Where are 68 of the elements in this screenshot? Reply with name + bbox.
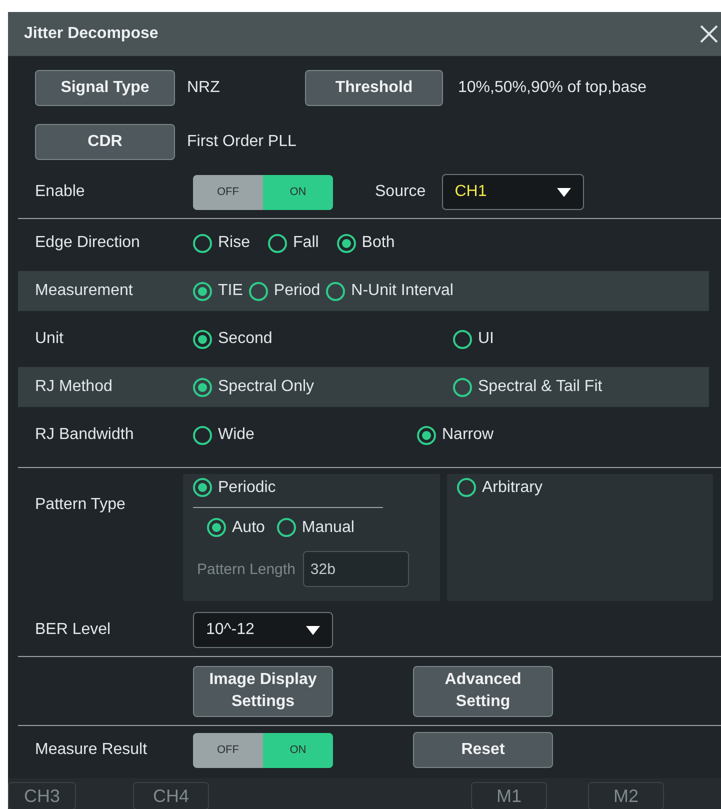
source-dropdown[interactable]: CH1	[442, 174, 584, 210]
option-label[interactable]: Auto	[232, 518, 265, 536]
toggle-switch[interactable]: OFF ON	[193, 732, 333, 768]
settings-button[interactable]: Threshold	[305, 70, 443, 106]
toggle-option: OFF	[193, 174, 263, 210]
close-icon[interactable]	[699, 24, 719, 44]
row-label: RJ Bandwidth	[34, 426, 135, 444]
row-label: Enable	[34, 183, 86, 201]
settings-button[interactable]: Image Display Settings	[193, 666, 333, 716]
toggle-switch[interactable]: OFF ON	[193, 174, 333, 210]
radio-button[interactable]	[453, 378, 472, 396]
row-label: RJ Method	[34, 378, 114, 396]
dialog-title: Jitter Decompose	[24, 25, 158, 43]
caret-icon	[306, 626, 320, 634]
option-label[interactable]: Rise	[218, 234, 250, 252]
option-label[interactable]: N-Unit Interval	[351, 282, 454, 300]
radio-button[interactable]	[268, 234, 288, 252]
radio-button[interactable]	[276, 518, 296, 537]
option-label[interactable]: Spectral & Tail Fit	[478, 378, 602, 396]
ber-dropdown[interactable]: 10^-12	[193, 612, 333, 648]
cdr-button[interactable]: CDR	[35, 124, 175, 160]
settings-button[interactable]: Advanced Setting	[413, 666, 553, 716]
row-label: Edge Direction	[34, 234, 141, 252]
option-label[interactable]: Periodic	[218, 478, 276, 496]
option-label[interactable]: Fall	[293, 234, 319, 252]
radio-button[interactable]	[193, 282, 212, 300]
option-label[interactable]: Wide	[218, 426, 254, 444]
option-label[interactable]: Arbitrary	[482, 478, 542, 496]
setting-value: 10%,50%,90% of top,base	[458, 79, 647, 97]
toggle-option: OFF	[193, 732, 263, 768]
option-label[interactable]: Spectral Only	[218, 378, 314, 396]
option-label[interactable]: TIE	[218, 282, 243, 300]
row-label: Measure Result	[34, 741, 148, 759]
channel-tab[interactable]: CH4	[133, 782, 209, 809]
caret-icon	[556, 188, 571, 196]
radio-button[interactable]	[193, 234, 212, 252]
radio-button[interactable]	[248, 282, 268, 300]
radio-button[interactable]	[326, 282, 346, 300]
channel-tab[interactable]: CH3	[8, 782, 76, 809]
toggle-option: ON	[263, 174, 333, 210]
radio-button[interactable]	[193, 426, 212, 444]
field-label: Pattern Length	[197, 560, 296, 578]
radio-button[interactable]	[193, 478, 212, 497]
radio-button[interactable]	[417, 426, 436, 444]
option-label[interactable]: Manual	[302, 518, 354, 536]
row-label: Unit	[34, 330, 64, 348]
channel-tab[interactable]: M2	[588, 782, 664, 809]
option-label[interactable]: UI	[478, 330, 494, 348]
toggle-option: ON	[263, 732, 333, 768]
row-label: Source	[375, 183, 426, 201]
radio-button[interactable]	[457, 478, 476, 497]
option-label[interactable]: Narrow	[442, 426, 494, 444]
radio-button[interactable]	[193, 378, 212, 396]
setting-value: NRZ	[187, 79, 221, 97]
radio-button[interactable]	[453, 330, 472, 348]
row-label: Pattern Type	[34, 495, 126, 515]
reset-button[interactable]: Reset	[413, 732, 553, 768]
channel-tab[interactable]: M1	[471, 782, 547, 809]
setting-value: First Order PLL	[187, 133, 298, 151]
option-label[interactable]: Period	[274, 282, 320, 300]
radio-button[interactable]	[207, 518, 226, 537]
settings-button[interactable]: Signal Type	[35, 70, 175, 106]
row-label: Measurement	[34, 282, 134, 300]
row-label: BER Level	[34, 621, 112, 639]
option-label[interactable]: Second	[218, 330, 272, 348]
radio-button[interactable]	[193, 330, 212, 348]
option-label[interactable]: Both	[362, 234, 395, 252]
radio-button[interactable]	[336, 234, 356, 252]
